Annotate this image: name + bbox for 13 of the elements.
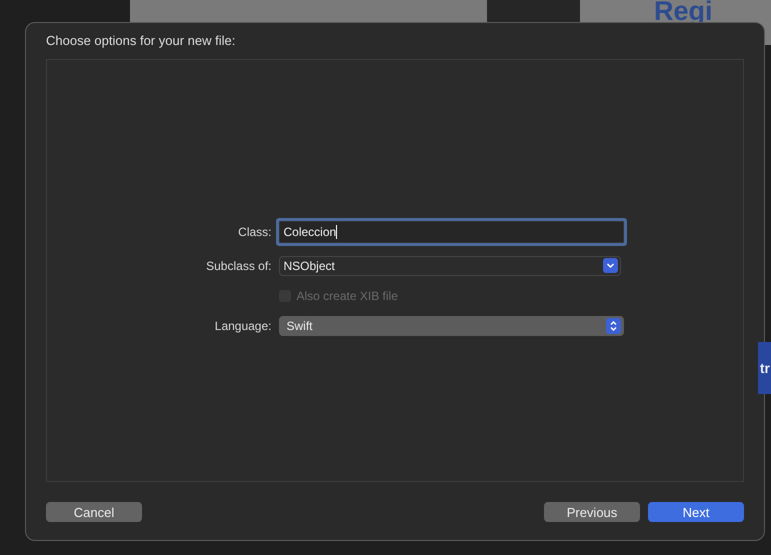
field-label: Language:	[214, 318, 272, 332]
dialog-button[interactable]: Previous	[544, 502, 640, 522]
dialog-button[interactable]: Cancel	[46, 502, 142, 522]
field-label: Class:	[237, 224, 272, 238]
chevron-down-icon	[602, 258, 618, 273]
up-down-chevron-icon	[606, 318, 620, 334]
field-label: Subclass of:	[205, 258, 272, 272]
dialog-title: Choose options for your new file:	[46, 33, 236, 49]
tag-label: tr	[758, 342, 771, 394]
default-button[interactable]: Next	[648, 502, 744, 522]
language-dropdown[interactable]: Swift	[278, 316, 624, 336]
checkbox-label: Also create XIB file	[296, 288, 398, 302]
subclass-dropdown[interactable]: NSObject	[278, 256, 620, 276]
